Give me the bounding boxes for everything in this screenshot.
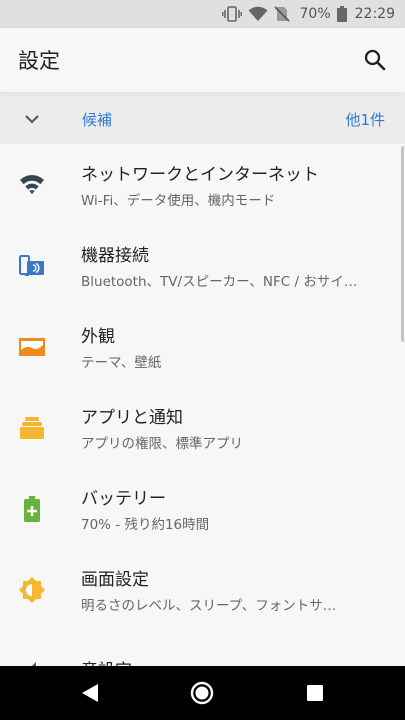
item-title: 機器接続 (81, 246, 149, 266)
page-title: 設定 (18, 49, 60, 73)
item-title: アプリと通知 (81, 408, 183, 428)
suggestions-label: 候補 (82, 110, 113, 129)
settings-item-network[interactable]: ネットワークとインターネット Wi-Fi、データ使用、機内モード (0, 144, 405, 225)
search-icon (364, 49, 386, 71)
battery-status-icon (336, 6, 347, 22)
wifi-icon (18, 171, 46, 199)
home-icon (190, 681, 214, 705)
status-bar: 70% 22:29 (0, 0, 405, 28)
vibrate-icon (221, 6, 242, 22)
settings-item-display[interactable]: 画面設定 明るさのレベル、スリープ、フォントサ… (0, 549, 405, 630)
settings-item-connected-devices[interactable]: 機器接続 Bluetooth、TV/スピーカー、NFC / おサイ… (0, 225, 405, 306)
item-title: 外観 (81, 327, 115, 347)
search-button[interactable] (361, 46, 389, 74)
back-icon (82, 684, 98, 702)
item-summary: Bluetooth、TV/スピーカー、NFC / おサイ… (81, 274, 358, 290)
suggestions-more-count[interactable]: 他1件 (345, 109, 385, 130)
recents-button[interactable] (285, 666, 345, 720)
settings-list: ネットワークとインターネット Wi-Fi、データ使用、機内モード 機器接続 Bl… (0, 144, 405, 666)
devices-icon (18, 252, 46, 280)
settings-item-battery[interactable]: バッテリー 70% - 残り約16時間 (0, 468, 405, 549)
app-bar: 設定 (0, 28, 405, 92)
settings-item-sound[interactable]: 音設定 (0, 630, 405, 666)
recents-icon (307, 685, 323, 701)
brightness-icon (18, 576, 46, 604)
item-title: バッテリー (81, 489, 166, 509)
apps-icon (18, 414, 46, 442)
item-title: 画面設定 (81, 570, 149, 590)
wallpaper-icon (18, 333, 46, 361)
settings-item-apps-notifications[interactable]: アプリと通知 アプリの権限、標準アプリ (0, 387, 405, 468)
home-button[interactable] (172, 666, 232, 720)
item-summary: テーマ、壁紙 (81, 355, 162, 371)
battery-percent: 70% (299, 6, 331, 22)
back-button[interactable] (60, 666, 120, 720)
wifi-status-icon (248, 6, 268, 22)
item-summary: 70% - 残り約16時間 (81, 517, 210, 533)
item-title: ネットワークとインターネット (81, 165, 319, 185)
item-summary: 明るさのレベル、スリープ、フォントサ… (81, 598, 337, 614)
battery-icon (18, 495, 46, 523)
navigation-bar (0, 666, 405, 720)
sound-icon (18, 657, 46, 666)
settings-item-appearance[interactable]: 外観 テーマ、壁紙 (0, 306, 405, 387)
suggestions-header[interactable]: 候補 他1件 (0, 94, 405, 144)
item-summary: アプリの権限、標準アプリ (81, 436, 243, 452)
item-title: 音設定 (81, 656, 387, 666)
clock: 22:29 (354, 6, 395, 22)
chevron-down-icon[interactable] (22, 109, 42, 129)
scrollbar-thumb[interactable] (401, 146, 404, 342)
no-sim-icon (273, 6, 290, 22)
item-summary: Wi-Fi、データ使用、機内モード (81, 193, 276, 209)
